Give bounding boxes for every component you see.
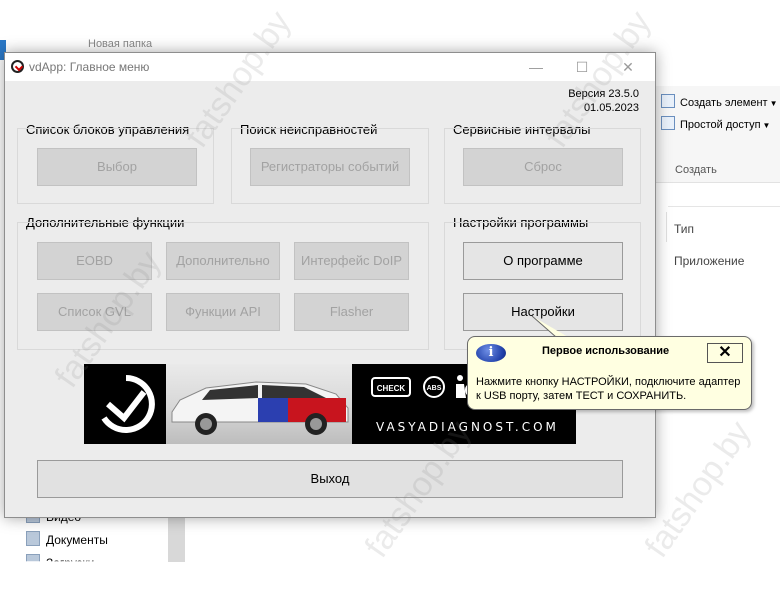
explorer-folder-title: Новая папка [88,38,153,50]
flasher-button[interactable]: Flasher [294,293,409,331]
info-icon: i [476,344,506,362]
explorer-ribbon: Создать элемент ▼ Простой доступ ▼ Создать [655,86,780,183]
vasyadiagnost-logo-icon [101,375,155,433]
maximize-button[interactable]: ☐ [559,53,605,81]
eobd-button[interactable]: EOBD [37,242,152,280]
easy-access-icon [661,116,675,130]
easy-access-button[interactable]: Простой доступ ▼ [661,116,770,131]
ribbon-group-label: Создать [675,164,717,176]
exit-button[interactable]: Выход [37,460,623,498]
first-use-tooltip: i Первое использование ✕ Нажмите кнопку … [467,336,752,410]
check-engine-icon: CHECK [371,377,411,397]
tooltip-close-button[interactable]: ✕ [707,343,743,363]
column-header-type[interactable]: Тип [674,222,694,236]
version-number: Версия 23.5.0 [568,88,639,100]
doip-interface-button[interactable]: Интерфейс DoIP [294,242,409,280]
new-item-icon [661,94,675,108]
new-item-label: Создать элемент [680,97,768,109]
chevron-down-icon: ▼ [769,99,778,108]
car-image [166,364,352,444]
additional-button[interactable]: Дополнительно [166,242,280,280]
close-button[interactable]: ✕ [605,53,651,81]
new-item-button[interactable]: Создать элемент ▼ [661,94,777,109]
abs-badge-text: ABS [427,385,442,392]
event-recorders-button[interactable]: Регистраторы событий [250,148,410,186]
about-button[interactable]: О программе [463,242,623,280]
version-date: 01.05.2023 [583,102,639,114]
app-logo-icon [11,60,24,73]
nav-scrollbar[interactable] [168,516,185,562]
tooltip-title: Первое использование [542,345,670,357]
explorer-nav-pane: Видео Документы Загрузки [0,508,185,610]
check-badge-text: CHECK [377,384,406,393]
select-unit-button[interactable]: Выбор [37,148,197,186]
documents-icon [26,531,40,546]
column-header-divider [668,206,780,207]
nav-label: Документы [46,533,108,547]
nav-label: Загрузки [46,556,95,570]
reset-button[interactable]: Сброс [463,148,623,186]
version-info: Версия 23.5.0 01.05.2023 [568,87,639,115]
abs-icon: ABS [423,376,445,398]
banner-url: VASYADIAGNOST.COM [376,420,559,434]
window-titlebar[interactable]: vdApp: Главное меню — ☐ ✕ [5,53,655,81]
easy-access-label: Простой доступ [680,119,761,131]
nav-item-documents[interactable]: Документы [26,531,108,547]
window-title: vdApp: Главное меню [29,60,150,74]
chevron-down-icon: ▼ [762,121,771,130]
car-silhouette-icon [171,381,349,435]
tooltip-text: Нажмите кнопку НАСТРОЙКИ, подключите ада… [476,376,741,402]
minimize-button[interactable]: — [513,53,559,81]
downloads-icon [26,554,40,562]
nav-item-downloads[interactable]: Загрузки [26,554,95,570]
file-type-value: Приложение [674,254,745,268]
api-functions-button[interactable]: Функции API [166,293,280,331]
gvl-list-button[interactable]: Список GVL [37,293,152,331]
column-separator[interactable] [666,212,667,242]
